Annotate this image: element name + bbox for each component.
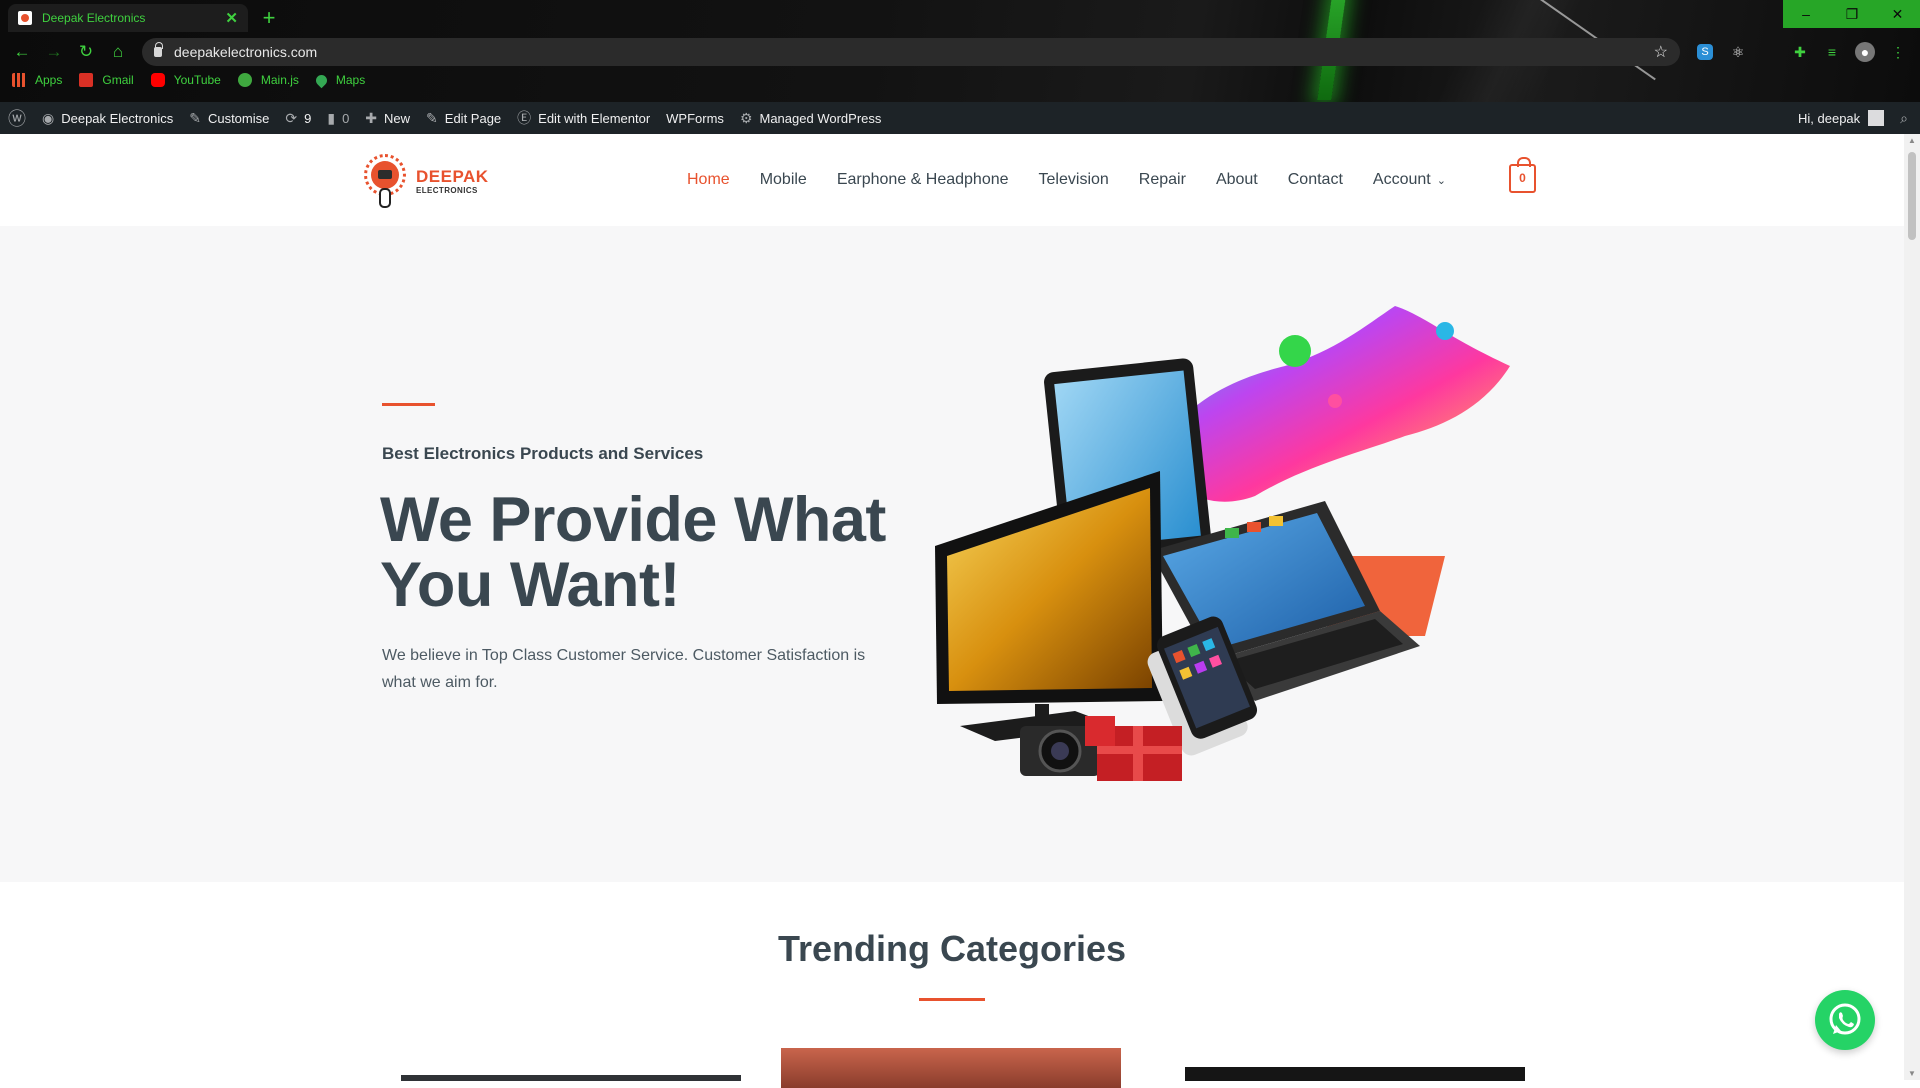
apps-grid-icon — [12, 73, 26, 87]
nav-home[interactable]: Home — [687, 171, 730, 189]
home-icon[interactable]: ⌂ — [106, 40, 130, 64]
extensions-puzzle-icon[interactable]: ✚ — [1790, 42, 1810, 62]
admin-customise[interactable]: ✎ Customise — [181, 102, 277, 134]
admin-edit-elementor[interactable]: Ⓔ Edit with Elementor — [509, 102, 658, 134]
admin-managed-wp[interactable]: ⚙ Managed WordPress — [732, 102, 889, 134]
admin-account[interactable]: Hi, deepak — [1790, 102, 1892, 134]
trending-title: Trending Categories — [777, 928, 1127, 969]
site-logo[interactable]: DEEPAK ELECTRONICS — [362, 152, 489, 210]
chevron-down-icon: ⌄ — [1436, 175, 1446, 187]
scroll-down-icon[interactable]: ▼ — [1908, 1069, 1916, 1078]
tab-title: Deepak Electronics — [42, 11, 146, 25]
category-card[interactable] — [781, 1048, 1121, 1088]
nav-contact[interactable]: Contact — [1288, 171, 1343, 189]
minimize-button[interactable]: – — [1783, 0, 1829, 28]
forward-icon[interactable]: → — [42, 40, 66, 64]
browser-chrome: Deepak Electronics ✕ + – ❐ ✕ ← → ↻ ⌂ dee… — [0, 0, 1920, 102]
hero-section: Best Electronics Products and Services W… — [0, 226, 1904, 882]
profile-avatar[interactable]: ● — [1855, 42, 1875, 62]
site-favicon-icon — [18, 11, 32, 25]
bookmark-maps[interactable]: Maps — [313, 72, 365, 88]
nav-account[interactable]: Account ⌄ — [1373, 171, 1446, 189]
browser-tab[interactable]: Deepak Electronics ✕ — [8, 4, 248, 32]
category-card[interactable] — [1185, 1067, 1525, 1081]
dashboard-icon: ◉ — [42, 109, 55, 126]
wordpress-logo-icon[interactable]: ⓦ — [0, 102, 34, 134]
restore-button[interactable]: ❐ — [1829, 0, 1875, 28]
scrollbar-thumb[interactable] — [1908, 152, 1916, 240]
bookmark-gmail[interactable]: Gmail — [79, 73, 134, 87]
nav-television[interactable]: Television — [1039, 171, 1109, 189]
admin-wpforms[interactable]: WPForms — [658, 102, 732, 134]
admin-site-name[interactable]: ◉ Deepak Electronics — [34, 102, 181, 134]
trending-accent-line — [919, 998, 985, 1001]
hero-accent-line — [382, 403, 435, 406]
gear-icon: ⚙ — [739, 109, 753, 126]
page-scrollbar[interactable]: ▲ ▼ — [1904, 134, 1920, 1080]
elementor-icon: Ⓔ — [517, 110, 532, 126]
globe-icon — [237, 73, 252, 87]
hero-description: We believe in Top Class Customer Service… — [382, 647, 866, 691]
nav-repair[interactable]: Repair — [1139, 171, 1186, 189]
plus-icon: ✚ — [365, 109, 378, 126]
reading-list-icon[interactable]: ≡ — [1822, 42, 1842, 62]
avatar — [1868, 110, 1885, 126]
url-text: deepakelectronics.com — [174, 44, 318, 60]
logo-mark-icon — [362, 152, 408, 210]
updates-icon: ⟳ — [285, 109, 298, 126]
gmail-icon — [79, 73, 94, 87]
site-header: DEEPAK ELECTRONICS Home Mobile Earphone … — [0, 134, 1904, 226]
nav-about[interactable]: About — [1216, 171, 1258, 189]
extension-icon[interactable]: S — [1697, 44, 1713, 60]
comment-icon: ▮ — [327, 109, 336, 126]
whatsapp-icon — [1829, 1003, 1861, 1035]
reload-icon[interactable]: ↻ — [74, 40, 98, 64]
bookmarks-bar: Apps Gmail YouTube Main.js Maps — [12, 72, 382, 88]
logo-text-secondary: ELECTRONICS — [416, 185, 478, 195]
hero-devices-image — [935, 306, 1510, 781]
whatsapp-chat-button[interactable] — [1815, 990, 1875, 1050]
bookmark-apps[interactable]: Apps — [12, 73, 62, 87]
admin-edit-page[interactable]: ✎ Edit Page — [418, 102, 509, 134]
hero-subtitle: Best Electronics Products and Services — [382, 444, 704, 463]
close-window-button[interactable]: ✕ — [1875, 0, 1920, 28]
bookmark-mainjs[interactable]: Main.js — [237, 73, 299, 87]
main-navigation: Home Mobile Earphone & Headphone Televis… — [672, 134, 1461, 226]
hero-title: We Provide What You Want! — [380, 485, 886, 620]
nav-mobile[interactable]: Mobile — [760, 171, 807, 189]
react-devtools-icon[interactable]: ⚛ — [1728, 42, 1748, 62]
pencil-icon: ✎ — [426, 109, 438, 126]
scroll-up-icon[interactable]: ▲ — [1908, 136, 1916, 145]
category-card[interactable] — [401, 1075, 741, 1081]
trending-section: Trending Categories — [0, 882, 1904, 1088]
logo-text-primary: DEEPAK — [416, 166, 489, 186]
youtube-icon — [150, 73, 165, 87]
admin-new[interactable]: ✚ New — [357, 102, 418, 134]
admin-comments[interactable]: ▮ 0 — [319, 102, 357, 134]
wp-admin-bar: ⓦ ◉ Deepak Electronics ✎ Customise ⟳ 9 ▮ 0 ✚… — [0, 102, 1920, 134]
tab-close-icon[interactable]: ✕ — [225, 9, 238, 27]
back-icon[interactable]: ← — [10, 40, 34, 64]
lock-icon — [154, 42, 163, 57]
maps-pin-icon — [313, 72, 330, 88]
admin-updates[interactable]: ⟳ 9 — [277, 102, 319, 134]
new-tab-button[interactable]: + — [255, 5, 283, 31]
cart-button[interactable]: 0 — [1509, 157, 1536, 193]
nav-earphone-headphone[interactable]: Earphone & Headphone — [837, 171, 1009, 189]
browser-menu-icon[interactable]: ⋮ — [1888, 42, 1908, 62]
brush-icon: ✎ — [189, 109, 201, 126]
bookmark-star-icon[interactable]: ☆ — [1654, 42, 1668, 62]
bookmark-youtube[interactable]: YouTube — [150, 73, 221, 87]
admin-search-icon[interactable]: ⌕ — [1892, 102, 1920, 134]
address-bar[interactable]: deepakelectronics.com ☆ — [142, 38, 1680, 66]
